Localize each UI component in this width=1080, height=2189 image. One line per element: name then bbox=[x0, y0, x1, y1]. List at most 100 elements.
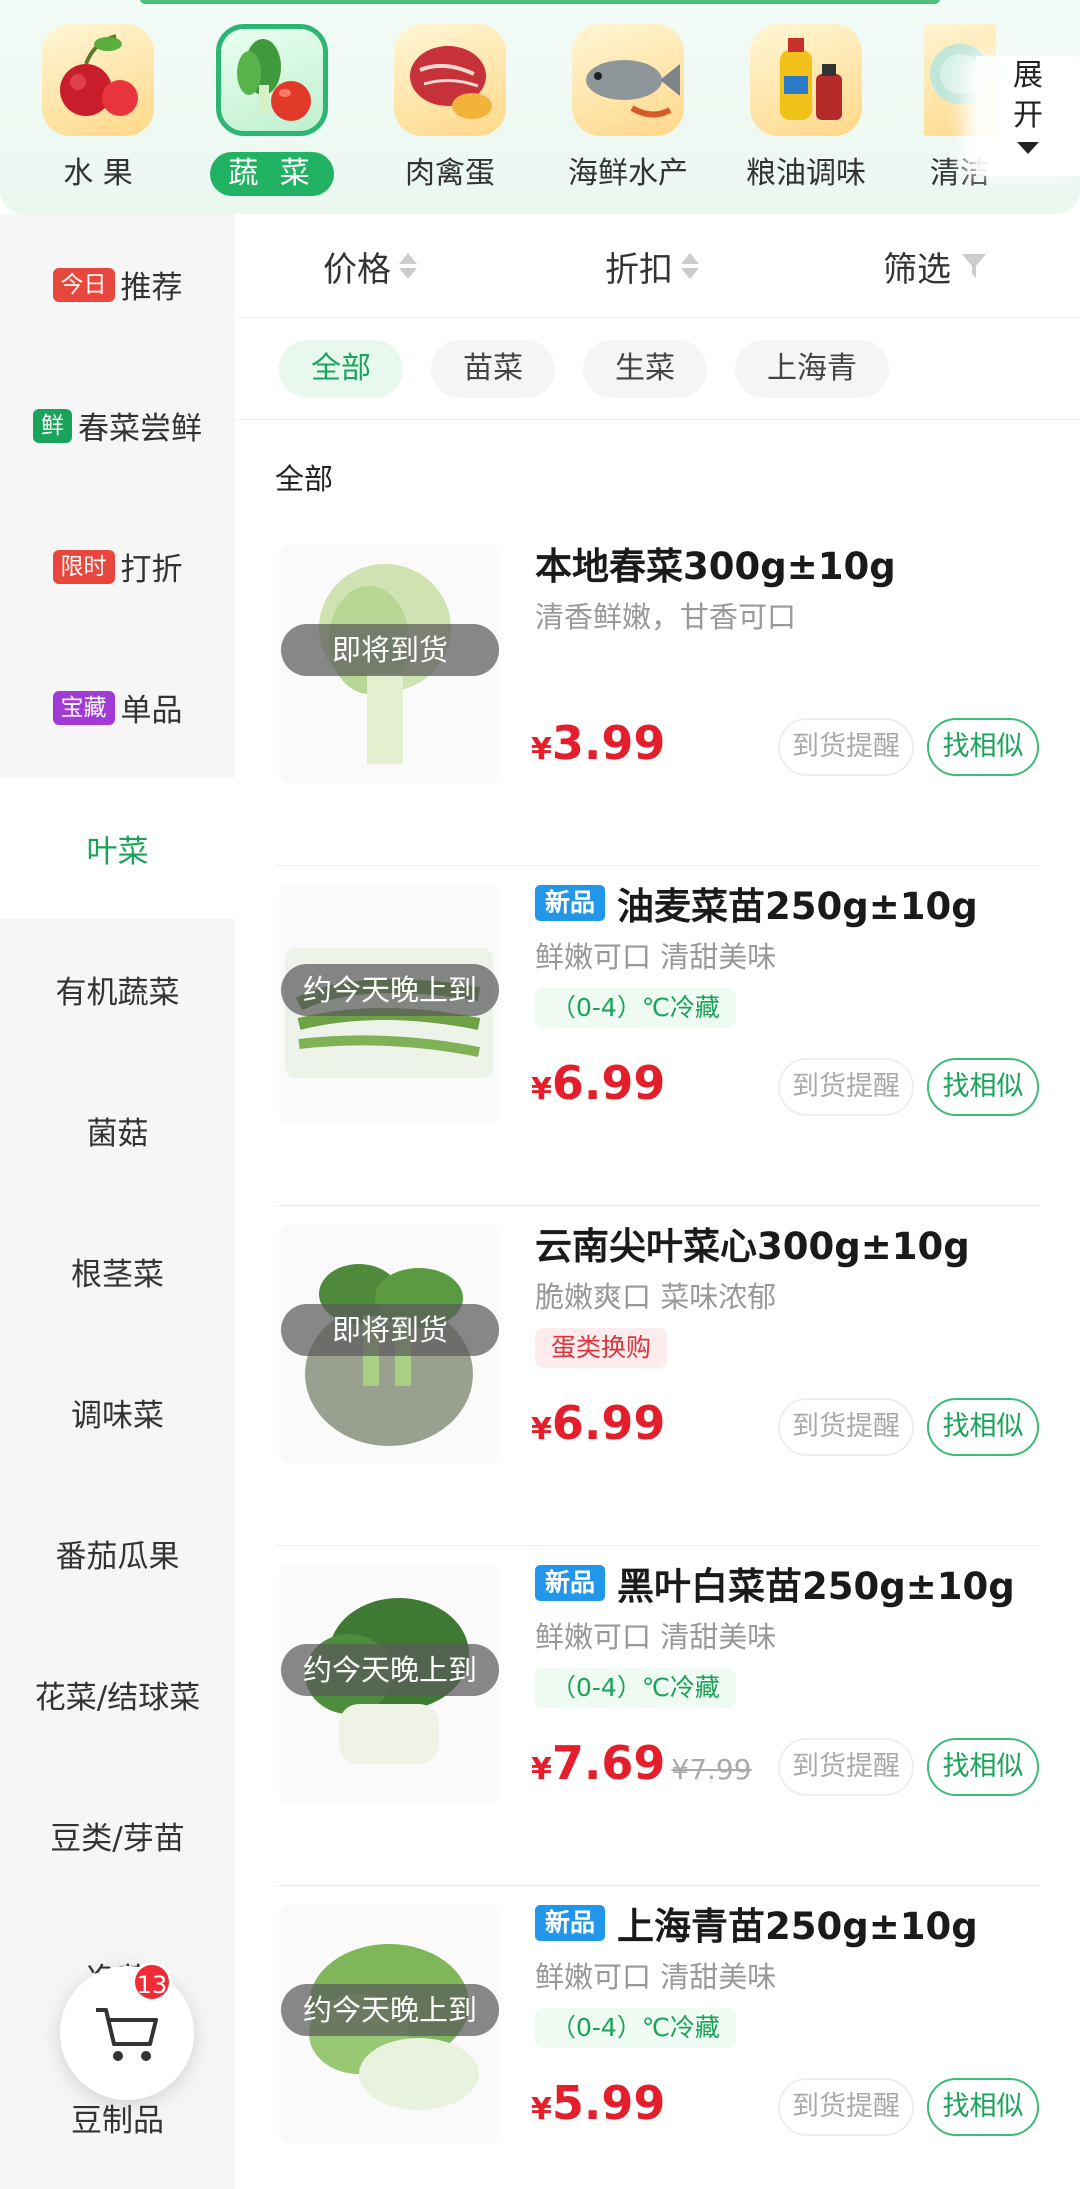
sidebar-item-label: 有机蔬菜 bbox=[55, 975, 180, 1011]
sidebar-item-label: 豆类/芽苗 bbox=[50, 1821, 185, 1857]
product-price: ¥ 5.99 bbox=[531, 2076, 665, 2130]
restock-remind-button[interactable]: 到货提醒 bbox=[778, 2078, 914, 2136]
price-currency: ¥ bbox=[531, 732, 552, 767]
category-seafood[interactable]: 海鲜水产 bbox=[568, 24, 688, 204]
find-similar-button[interactable]: 找相似 bbox=[927, 1738, 1039, 1796]
sidebar-item-spring-greens[interactable]: 鲜 春菜尝鲜 bbox=[0, 355, 235, 496]
sidebar-item-label: 菌菇 bbox=[86, 1116, 149, 1152]
sort-discount[interactable]: 折扣 bbox=[605, 214, 699, 318]
sidebar-item-recommend[interactable]: 今日 推荐 bbox=[0, 214, 235, 355]
sidebar-item-label: 叶菜 bbox=[86, 834, 149, 870]
chip-sprouts[interactable]: 苗菜 bbox=[431, 340, 555, 398]
product-price: ¥ 3.99 bbox=[531, 716, 665, 770]
meat-icon bbox=[394, 24, 506, 136]
price-value: 7.69 bbox=[551, 1736, 666, 1790]
sidebar-item-label: 单品 bbox=[120, 693, 183, 729]
product-name: 油麦菜苗250g±10g bbox=[617, 885, 978, 928]
restock-remind-button[interactable]: 到货提醒 bbox=[778, 1058, 914, 1116]
cart-icon bbox=[96, 2008, 158, 2061]
sort-price[interactable]: 价格 bbox=[323, 214, 417, 318]
product-card[interactable]: 即将到货 本地春菜300g±10g 清香鲜嫩，甘香可口 ¥ 3.99 到货提醒 … bbox=[275, 526, 1040, 866]
promo-tag: 蛋类换购 bbox=[535, 1328, 668, 1368]
product-card[interactable]: 约今天晚上到 新品 黑叶白菜苗250g±10g 鲜嫩可口 清甜美味 （0-4）℃… bbox=[275, 1546, 1040, 1886]
product-price: ¥ 6.99 bbox=[531, 1396, 665, 1450]
price-currency: ¥ bbox=[531, 1412, 552, 1447]
sidebar-item-treasure[interactable]: 宝藏 单品 bbox=[0, 637, 235, 778]
chip-all[interactable]: 全部 bbox=[279, 340, 403, 398]
sidebar-item-root[interactable]: 根茎菜 bbox=[0, 1201, 235, 1342]
filter-button[interactable]: 筛选 bbox=[883, 214, 987, 318]
product-subtitle: 鲜嫩可口 清甜美味 bbox=[535, 940, 777, 974]
sidebar-item-tomato-melon[interactable]: 番茄瓜果 bbox=[0, 1483, 235, 1624]
sidebar-item-seasoning[interactable]: 调味菜 bbox=[0, 1342, 235, 1483]
product-card[interactable]: 约今天晚上到 新品 上海青苗250g±10g 鲜嫩可口 清甜美味 （0-4）℃冷… bbox=[275, 1886, 1040, 2189]
storage-tag: （0-4）℃冷藏 bbox=[535, 1668, 736, 1708]
sidebar-item-mushroom[interactable]: 菌菇 bbox=[0, 1060, 235, 1201]
sort-arrows-icon bbox=[681, 253, 699, 279]
expand-categories-button[interactable]: 展 开 bbox=[976, 56, 1080, 176]
sidebar-item-label: 番茄瓜果 bbox=[55, 1539, 180, 1575]
grain-oil-icon bbox=[750, 24, 862, 136]
storage-tag: （0-4）℃冷藏 bbox=[535, 988, 736, 1028]
chevron-down-icon bbox=[1017, 142, 1039, 154]
sidebar-tag: 鲜 bbox=[33, 408, 72, 443]
sidebar-item-organic[interactable]: 有机蔬菜 bbox=[0, 919, 235, 1060]
category-meat[interactable]: 肉禽蛋 bbox=[390, 24, 510, 204]
subfilter-chips: 全部 苗菜 生菜 上海青 bbox=[235, 318, 1080, 420]
product-title: 本地春菜300g±10g bbox=[535, 536, 896, 590]
availability-overlay: 即将到货 bbox=[281, 1304, 499, 1356]
cart-button[interactable]: 13 bbox=[60, 1962, 194, 2100]
sidebar-item-label: 豆制品 bbox=[71, 2103, 164, 2139]
product-card[interactable]: 约今天晚上到 新品 油麦菜苗250g±10g 鲜嫩可口 清甜美味 （0-4）℃冷… bbox=[275, 866, 1040, 1206]
category-fruit[interactable]: 水 果 bbox=[38, 24, 158, 204]
filter-icon bbox=[962, 254, 986, 278]
availability-overlay: 约今天晚上到 bbox=[281, 1644, 499, 1696]
price-currency: ¥ bbox=[531, 1072, 552, 1107]
product-title: 云南尖叶菜心300g±10g bbox=[535, 1216, 970, 1270]
sidebar-item-leafy[interactable]: 叶菜 bbox=[0, 778, 235, 919]
sidebar-tag: 限时 bbox=[52, 549, 115, 584]
category-label: 水 果 bbox=[63, 156, 133, 191]
restock-remind-button[interactable]: 到货提醒 bbox=[778, 718, 914, 776]
chip-shanghai-green[interactable]: 上海青 bbox=[735, 340, 889, 398]
restock-remind-button[interactable]: 到货提醒 bbox=[778, 1738, 914, 1796]
sidebar-item-label: 调味菜 bbox=[71, 1398, 164, 1434]
new-badge: 新品 bbox=[535, 1565, 606, 1601]
find-similar-button[interactable]: 找相似 bbox=[927, 1398, 1039, 1456]
sidebar-item-label: 推荐 bbox=[120, 270, 183, 306]
filter-label: 筛选 bbox=[883, 249, 951, 290]
product-card[interactable]: 即将到货 云南尖叶菜心300g±10g 脆嫩爽口 菜味浓郁 蛋类换购 ¥ 6.9… bbox=[275, 1206, 1040, 1546]
chip-lettuce[interactable]: 生菜 bbox=[583, 340, 707, 398]
product-subtitle: 清香鲜嫩，甘香可口 bbox=[535, 600, 797, 634]
find-similar-button[interactable]: 找相似 bbox=[927, 718, 1039, 776]
sidebar-item-cauliflower[interactable]: 花菜/结球菜 bbox=[0, 1624, 235, 1765]
product-title: 新品 上海青苗250g±10g bbox=[535, 1896, 978, 1950]
sort-label: 折扣 bbox=[605, 249, 673, 290]
category-vegetable[interactable]: 蔬 菜 bbox=[210, 24, 334, 204]
category-strip: 水 果 蔬 菜 肉禽蛋 海鲜水产 粮油调味 清洁 展 开 bbox=[0, 0, 1080, 214]
category-label: 粮油调味 bbox=[746, 156, 866, 191]
availability-overlay: 即将到货 bbox=[281, 624, 499, 676]
price-currency: ¥ bbox=[531, 1752, 552, 1787]
category-grain-oil[interactable]: 粮油调味 bbox=[746, 24, 866, 204]
vegetable-icon bbox=[216, 24, 328, 136]
find-similar-button[interactable]: 找相似 bbox=[927, 2078, 1039, 2136]
cart-count-badge: 13 bbox=[132, 1962, 172, 2002]
new-badge: 新品 bbox=[535, 885, 606, 921]
price-value: 3.99 bbox=[551, 716, 666, 770]
product-subtitle: 鲜嫩可口 清甜美味 bbox=[535, 1960, 777, 1994]
subcategory-sidebar: 今日 推荐 鲜 春菜尝鲜 限时 打折 宝藏 单品 叶菜 有机蔬菜 菌菇 根茎菜 … bbox=[0, 214, 235, 2189]
restock-remind-button[interactable]: 到货提醒 bbox=[778, 1398, 914, 1456]
find-similar-button[interactable]: 找相似 bbox=[927, 1058, 1039, 1116]
product-price: ¥ 7.69 ¥7.99 bbox=[531, 1736, 752, 1790]
product-title: 新品 黑叶白菜苗250g±10g bbox=[535, 1556, 1015, 1610]
availability-overlay: 约今天晚上到 bbox=[281, 964, 499, 1016]
sidebar-item-beans-sprouts[interactable]: 豆类/芽苗 bbox=[0, 1765, 235, 1906]
product-title: 新品 油麦菜苗250g±10g bbox=[535, 876, 978, 930]
section-title: 全部 bbox=[275, 462, 334, 496]
sort-label: 价格 bbox=[323, 249, 391, 290]
expand-label: 展 bbox=[1013, 58, 1043, 93]
search-bar-edge bbox=[140, 0, 940, 4]
sidebar-item-discount[interactable]: 限时 打折 bbox=[0, 496, 235, 637]
product-name: 云南尖叶菜心300g±10g bbox=[535, 1225, 970, 1268]
